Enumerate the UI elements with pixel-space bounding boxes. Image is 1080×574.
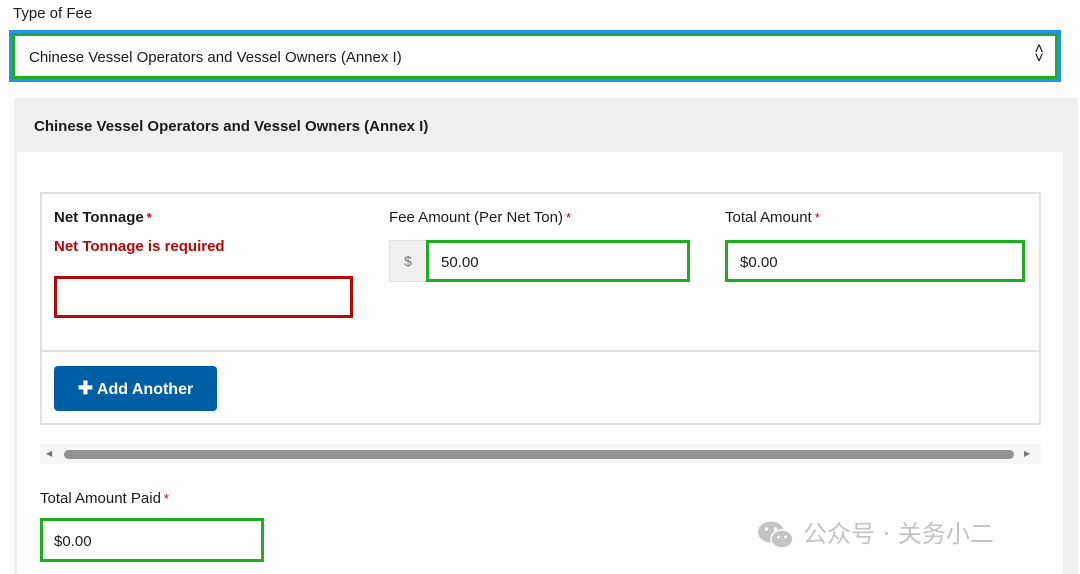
required-marker: * xyxy=(565,210,572,225)
fee-amount-input[interactable]: 50.00 xyxy=(426,240,690,282)
scroll-left-arrow-icon[interactable]: ◀ xyxy=(46,449,52,458)
select-arrows-icon: ˄ ˅ xyxy=(1034,41,1044,67)
watermark-text: 公众号 · 关务小二 xyxy=(803,520,994,548)
type-of-fee-select[interactable]: Chinese Vessel Operators and Vessel Owne… xyxy=(12,33,1058,79)
total-amount-input[interactable]: $0.00 xyxy=(725,240,1025,282)
type-of-fee-label: Type of Fee xyxy=(13,5,93,22)
required-marker: * xyxy=(146,210,152,225)
fee-amount-label: Fee Amount (Per Net Ton) * xyxy=(389,209,572,226)
net-tonnage-label: Net Tonnage * xyxy=(54,209,152,226)
total-amount-paid-input[interactable]: $0.00 xyxy=(40,518,264,562)
scroll-right-arrow-icon[interactable]: ▶ xyxy=(1024,449,1030,458)
currency-prefix: $ xyxy=(389,240,426,282)
net-tonnage-input[interactable] xyxy=(54,276,353,318)
total-amount-value: $0.00 xyxy=(740,254,778,271)
total-amount-label: Total Amount * xyxy=(725,209,820,226)
scrollbar-thumb[interactable] xyxy=(64,450,1014,459)
watermark: 公众号 · 关务小二 xyxy=(757,514,994,550)
row-divider xyxy=(42,350,1039,352)
add-another-label: Add Another xyxy=(96,381,194,398)
type-of-fee-selected-value: Chinese Vessel Operators and Vessel Owne… xyxy=(29,49,402,66)
wechat-icon xyxy=(757,520,795,550)
add-another-button[interactable]: ✚ Add Another xyxy=(54,366,217,411)
total-amount-paid-label: Total Amount Paid * xyxy=(40,490,169,507)
net-tonnage-error: Net Tonnage is required xyxy=(54,238,225,255)
total-amount-paid-value: $0.00 xyxy=(54,533,92,550)
required-marker: * xyxy=(163,491,169,506)
plus-icon: ✚ xyxy=(77,378,93,398)
required-marker: * xyxy=(814,210,820,225)
fee-amount-value: 50.00 xyxy=(441,254,479,271)
panel-title: Chinese Vessel Operators and Vessel Owne… xyxy=(34,118,429,135)
